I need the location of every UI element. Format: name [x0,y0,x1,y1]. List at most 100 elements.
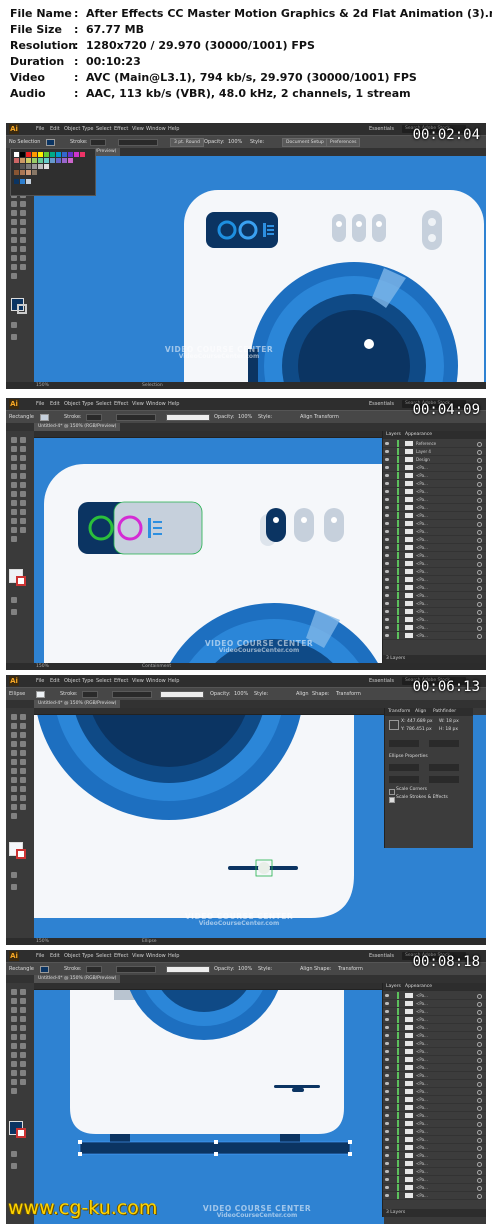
layer-row[interactable]: <Pa... [383,600,486,608]
layer-row[interactable]: <Pa... [383,488,486,496]
eyedropper-tool-icon[interactable] [11,1070,17,1076]
layer-row[interactable]: <Pa... [383,608,486,616]
direct-selection-tool-icon[interactable] [20,437,26,443]
line-tool-icon[interactable] [11,1016,17,1022]
paintbrush-tool-icon[interactable] [11,750,17,756]
target-icon[interactable] [477,602,482,607]
eraser-tool-icon[interactable] [11,201,17,207]
layer-row[interactable]: <Pa... [383,592,486,600]
shape-builder-tool-icon[interactable] [20,777,26,783]
visibility-icon[interactable] [385,1162,389,1165]
layer-row[interactable]: <Pa... [383,1048,486,1056]
target-icon[interactable] [477,1074,482,1079]
stroke-color-icon[interactable] [16,1128,26,1138]
transform-y-field[interactable]: Y: 786.451 px [401,727,432,732]
target-icon[interactable] [477,634,482,639]
layer-row[interactable]: <Pa... [383,624,486,632]
layer-row[interactable]: <Pa... [383,512,486,520]
screen-mode-icon[interactable] [11,334,17,340]
graph-tool-icon[interactable] [11,255,17,261]
tab-pathfinder[interactable]: Pathfinder [433,708,456,716]
layer-row[interactable]: <Pa... [383,544,486,552]
line-tool-icon[interactable] [11,741,17,747]
visibility-icon[interactable] [385,450,389,453]
layer-row[interactable]: <Pa... [383,1056,486,1064]
target-icon[interactable] [477,1194,482,1199]
menu-file[interactable]: File [36,399,44,409]
layer-row[interactable]: <Pa... [383,528,486,536]
visibility-icon[interactable] [385,538,389,541]
target-icon[interactable] [477,458,482,463]
artboard-tool-icon[interactable] [11,1079,17,1085]
menu-select[interactable]: Select [96,124,111,134]
menu-view[interactable]: View [132,124,144,134]
visibility-icon[interactable] [385,1018,389,1021]
menu-help[interactable]: Help [168,124,179,134]
layer-row[interactable]: <Pa... [383,480,486,488]
target-icon[interactable] [477,594,482,599]
menu-select[interactable]: Select [96,676,111,686]
pen-tool-icon[interactable] [11,1007,17,1013]
target-icon[interactable] [477,1026,482,1031]
magic-wand-tool-icon[interactable] [11,998,17,1004]
eyedropper-tool-icon[interactable] [11,518,17,524]
zoom-level[interactable]: 150% [36,382,49,389]
visibility-icon[interactable] [385,482,389,485]
layer-row[interactable]: <Pa... [383,632,486,640]
screen-mode-icon[interactable] [11,609,17,615]
direct-selection-tool-icon[interactable] [20,989,26,995]
target-icon[interactable] [477,1034,482,1039]
fill-swatch[interactable] [46,139,55,146]
opacity-value[interactable]: 100% [238,966,252,973]
screen-mode-icon[interactable] [11,1163,17,1169]
zoom-level[interactable]: 150% [36,938,49,945]
blend-tool-icon[interactable] [20,1070,26,1076]
gradient-tool-icon[interactable] [20,1061,26,1067]
visibility-icon[interactable] [385,506,389,509]
layer-row[interactable]: <Pa... [383,1064,486,1072]
pen-tool-icon[interactable] [11,455,17,461]
visibility-icon[interactable] [385,578,389,581]
width-tool-icon[interactable] [20,491,26,497]
visibility-icon[interactable] [385,1034,389,1037]
layer-row[interactable]: <Pa... [383,1040,486,1048]
artboard-tool-icon[interactable] [20,255,26,261]
layer-row[interactable]: <Pa... [383,568,486,576]
visibility-icon[interactable] [385,1122,389,1125]
transform-w-field[interactable]: W: 18 px [439,719,459,724]
gradient-tool-icon[interactable] [11,237,17,243]
artboard-canvas[interactable]: VIDEO COURSE CENTER VideoCourseCenter.com [34,156,486,382]
layer-row[interactable]: <Pa... [383,560,486,568]
direct-selection-tool-icon[interactable] [20,714,26,720]
visibility-icon[interactable] [385,1106,389,1109]
target-icon[interactable] [477,1058,482,1063]
target-icon[interactable] [477,1042,482,1047]
target-icon[interactable] [477,1106,482,1111]
blend-tool-icon[interactable] [11,246,17,252]
target-icon[interactable] [477,530,482,535]
rotate-field[interactable] [389,740,419,747]
layer-row[interactable]: <Pa... [383,584,486,592]
target-icon[interactable] [477,442,482,447]
workspace-switcher[interactable]: Essentials [369,951,394,961]
selection-tool-icon[interactable] [11,437,17,443]
visibility-icon[interactable] [385,994,389,997]
menu-help[interactable]: Help [168,676,179,686]
visibility-icon[interactable] [385,442,389,445]
shape-builder-tool-icon[interactable] [20,219,26,225]
ellipse-width-field[interactable] [389,764,419,771]
visibility-icon[interactable] [385,1042,389,1045]
mesh-tool-icon[interactable] [20,228,26,234]
stroke-weight-dropdown[interactable] [86,414,102,421]
layer-row[interactable]: <Pa... [383,520,486,528]
scale-tool-icon[interactable] [11,210,17,216]
target-icon[interactable] [477,1154,482,1159]
target-icon[interactable] [477,1162,482,1167]
scale-strokes-checkbox[interactable] [389,797,395,803]
stroke-color-icon[interactable] [16,849,26,859]
menu-object[interactable]: Object [64,951,80,961]
layer-row[interactable]: <Pa... [383,496,486,504]
line-tool-icon[interactable] [11,464,17,470]
target-icon[interactable] [477,450,482,455]
stroke-weight-dropdown[interactable] [90,139,106,146]
